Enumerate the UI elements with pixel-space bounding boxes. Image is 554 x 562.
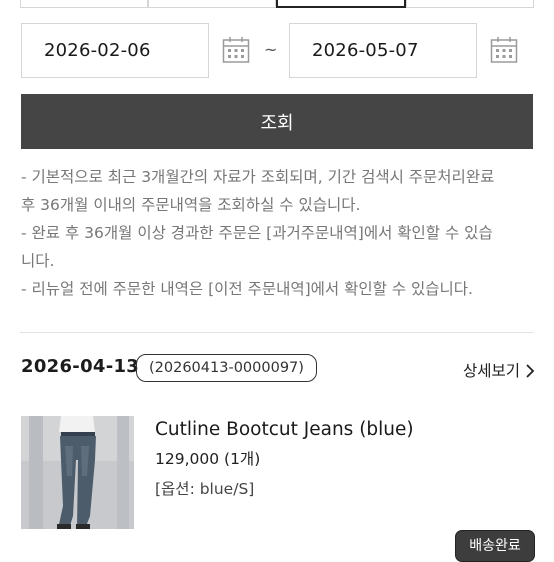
date-separator: ~	[264, 40, 278, 59]
note-line: - 리뉴얼 전에 주문한 내역은 [이전 주문내역]에서 확인할 수 있습니다.	[21, 280, 473, 298]
note-line: 니다.	[21, 252, 55, 270]
period-tabs	[20, 0, 534, 8]
order-detail-link[interactable]: 상세보기	[463, 359, 520, 381]
calendar-icon[interactable]	[490, 36, 518, 64]
search-button[interactable]: 조회	[21, 94, 533, 149]
search-notes: - 기본적으로 최근 3개월간의 자료가 조회되며, 기간 검색시 주문처리완료…	[21, 163, 536, 303]
divider	[20, 332, 534, 333]
period-tab-1[interactable]	[20, 0, 148, 8]
order-number-badge: (20260413-0000097)	[136, 354, 317, 382]
product-option: [옵션: blue/S]	[155, 480, 255, 498]
product-name[interactable]: Cutline Bootcut Jeans (blue)	[155, 419, 414, 440]
start-date-field[interactable]: 2026-02-06	[21, 23, 209, 78]
end-date-field[interactable]: 2026-05-07	[289, 23, 477, 78]
note-line: - 완료 후 36개월 이상 경과한 주문은 [과거주문내역]에서 확인할 수 …	[21, 224, 493, 242]
note-line: 후 36개월 이내의 주문내역을 조회하실 수 있습니다.	[21, 196, 361, 214]
product-photo-jeans	[21, 416, 134, 529]
period-tab-4[interactable]	[406, 0, 534, 8]
order-date: 2026-04-13	[21, 356, 140, 377]
period-tab-2[interactable]	[148, 0, 276, 8]
chevron-right-icon[interactable]	[525, 363, 535, 379]
product-price: 129,000 (1개)	[155, 450, 261, 468]
note-line: - 기본적으로 최근 3개월간의 자료가 조회되며, 기간 검색시 주문처리완료	[21, 168, 495, 186]
product-image[interactable]	[21, 416, 134, 529]
delivery-status-badge: 배송완료	[455, 530, 535, 562]
calendar-icon[interactable]	[222, 36, 250, 64]
period-tab-3[interactable]	[276, 0, 406, 8]
